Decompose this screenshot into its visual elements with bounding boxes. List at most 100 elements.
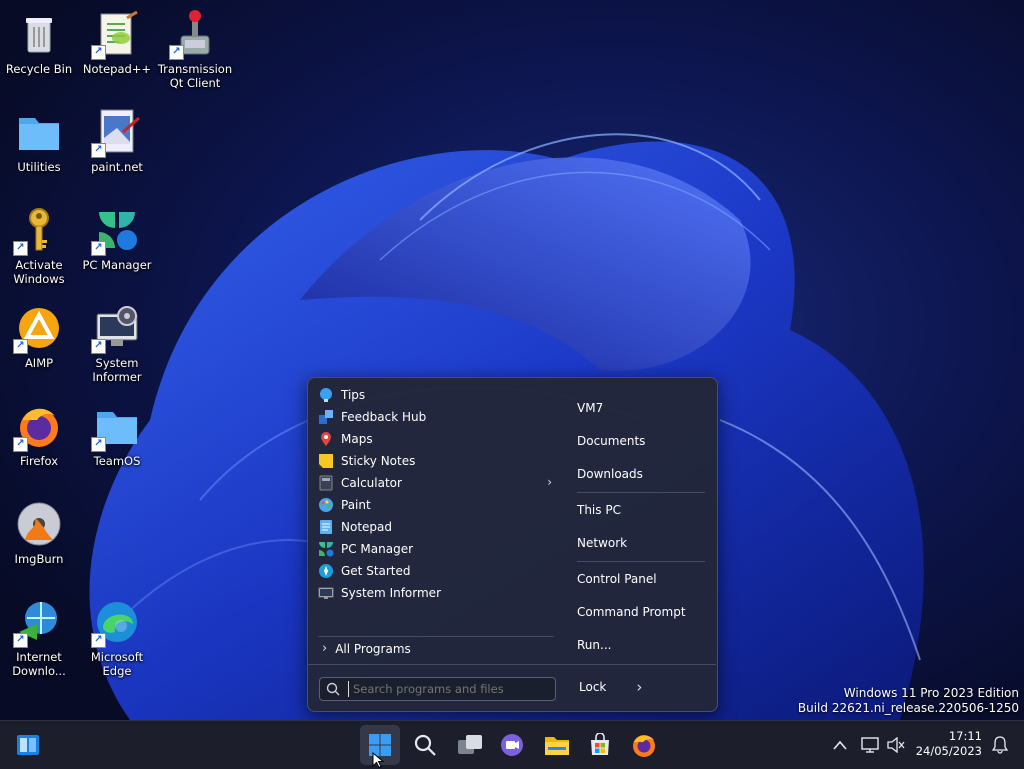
notepad-icon	[320, 520, 332, 534]
program-item-notepad[interactable]: Notepad	[316, 516, 556, 538]
desktop-icon-paintnet[interactable]: ↗ paint.net	[78, 108, 156, 174]
desktop-icon-label: System Informer	[92, 356, 142, 384]
divider	[308, 664, 716, 665]
place-item-network[interactable]: Network	[577, 533, 627, 553]
taskbar-search-button[interactable]	[405, 725, 445, 765]
chevron-right-icon[interactable]: ›	[547, 475, 552, 489]
desktop-icon-firefox[interactable]: ↗ Firefox	[0, 402, 78, 468]
program-item-maps[interactable]: Maps	[316, 428, 556, 450]
divider	[318, 636, 554, 637]
calculator-icon	[319, 475, 333, 491]
program-item-get-started[interactable]: Get Started	[316, 560, 556, 582]
lock-button[interactable]: Lock ›	[579, 678, 642, 696]
show-hidden-icons-button[interactable]	[822, 725, 858, 765]
shortcut-arrow-icon: ↗	[91, 241, 106, 256]
desktop-icon-label: ImgBurn	[14, 552, 64, 566]
program-item-system-informer[interactable]: System Informer	[316, 582, 556, 604]
chevron-right-icon: ›	[322, 641, 328, 656]
desktop-icon-utilities[interactable]: Utilities	[0, 108, 78, 174]
desktop-icon-label: Notepad++	[82, 62, 152, 76]
shortcut-arrow-icon: ↗	[13, 633, 28, 648]
desktop-icon-label: Firefox	[19, 454, 59, 468]
desktop-icon-notepadpp[interactable]: ↗ Notepad++	[78, 10, 156, 76]
program-list: Tips Feedback Hub Maps Sticky Notes Calc…	[316, 384, 556, 604]
chevron-right-icon[interactable]: ›	[636, 678, 642, 696]
search-box[interactable]	[319, 677, 556, 701]
watermark-build: Build 22621.ni_release.220506-1250	[797, 701, 1019, 715]
search-icon	[326, 682, 340, 696]
desktop-icon-label: Transmission Qt Client	[157, 62, 233, 90]
desktop-icon-imgburn[interactable]: ImgBurn	[0, 500, 78, 566]
get-started-icon	[319, 564, 333, 578]
file-explorer-icon	[545, 737, 569, 755]
shortcut-arrow-icon: ↗	[91, 339, 106, 354]
desktop-icon-pc-manager[interactable]: ↗ PC Manager	[78, 206, 156, 272]
shortcut-arrow-icon: ↗	[91, 143, 106, 158]
store-button[interactable]	[580, 725, 620, 765]
desktop-icon-label: PC Manager	[82, 258, 152, 272]
place-item-documents[interactable]: Documents	[577, 431, 645, 451]
place-item-vm7[interactable]: VM7	[577, 398, 603, 418]
desktop-icon-activate-windows[interactable]: ↗ Activate Windows	[0, 206, 78, 286]
all-programs-button[interactable]: › All Programs	[322, 641, 411, 656]
desktop-icon-recycle-bin[interactable]: Recycle Bin	[0, 10, 78, 76]
notification-bell-icon	[992, 736, 1008, 754]
place-item-downloads[interactable]: Downloads	[577, 464, 643, 484]
desktop-icon-system-informer[interactable]: ↗ System Informer	[78, 304, 156, 384]
system-clock[interactable]: 17:11 24/05/2023	[916, 729, 982, 759]
file-explorer-button[interactable]	[537, 725, 577, 765]
clock-date: 24/05/2023	[915, 744, 982, 758]
desktop-icon-label: Microsoft Edge	[90, 650, 144, 678]
program-item-calculator[interactable]: Calculator ›	[316, 472, 556, 494]
firefox-taskbar-button[interactable]	[624, 725, 664, 765]
chat-button[interactable]	[492, 725, 532, 765]
task-view-button[interactable]	[450, 725, 490, 765]
desktop-icon-label: Activate Windows	[13, 258, 65, 286]
shortcut-arrow-icon: ↗	[13, 241, 28, 256]
program-item-tips[interactable]: Tips	[316, 384, 556, 406]
search-input[interactable]	[348, 681, 545, 697]
desktop-icon-aimp[interactable]: ↗ AIMP	[0, 304, 78, 370]
notification-button[interactable]	[986, 725, 1014, 765]
desktop-icon-transmission[interactable]: ↗ Transmission Qt Client	[156, 10, 234, 90]
lock-label: Lock	[579, 680, 607, 694]
chevron-up-icon	[833, 740, 847, 750]
folder-icon	[19, 118, 59, 150]
program-label: Feedback Hub	[341, 410, 427, 424]
program-item-feedback-hub[interactable]: Feedback Hub	[316, 406, 556, 428]
taskbar: 17:11 24/05/2023	[0, 720, 1024, 769]
shortcut-arrow-icon: ↗	[13, 437, 28, 452]
program-item-pc-manager[interactable]: PC Manager	[316, 538, 556, 560]
program-item-paint[interactable]: Paint	[316, 494, 556, 516]
all-programs-label: All Programs	[335, 641, 411, 656]
watermark-edition: Windows 11 Pro 2023 Edition	[843, 686, 1019, 700]
network-status-button[interactable]	[856, 725, 884, 765]
desktop-icon-label: AIMP	[24, 356, 54, 370]
divider	[577, 492, 705, 493]
desktop-icon-label: Utilities	[17, 160, 61, 174]
desktop-icon-teamos[interactable]: ↗ TeamOS	[78, 402, 156, 468]
shortcut-arrow-icon: ↗	[91, 45, 106, 60]
place-item-control-panel[interactable]: Control Panel	[577, 569, 657, 589]
program-label: Maps	[341, 432, 373, 446]
place-item-run[interactable]: Run...	[577, 635, 611, 655]
desktop-icon-edge[interactable]: ↗ Microsoft Edge	[78, 598, 156, 678]
system-informer-icon	[318, 587, 334, 599]
place-item-command-prompt[interactable]: Command Prompt	[577, 602, 686, 622]
program-label: Tips	[341, 388, 366, 402]
volume-button[interactable]	[884, 725, 908, 765]
sticky-notes-icon	[319, 454, 333, 468]
mouse-cursor-icon	[372, 752, 385, 768]
firefox-icon	[633, 735, 655, 757]
clock-time: 17:11	[948, 729, 982, 743]
widgets-button[interactable]	[8, 725, 48, 765]
shortcut-arrow-icon: ↗	[169, 45, 184, 60]
program-label: Notepad	[341, 520, 392, 534]
maps-icon	[321, 432, 331, 446]
place-item-this-pc[interactable]: This PC	[577, 500, 621, 520]
program-item-sticky-notes[interactable]: Sticky Notes	[316, 450, 556, 472]
desktop-icon-label: paint.net	[91, 160, 143, 174]
widgets-icon	[17, 735, 39, 755]
desktop-icon-idm[interactable]: ↗ Internet Downlo...	[0, 598, 78, 678]
store-icon	[591, 733, 609, 755]
